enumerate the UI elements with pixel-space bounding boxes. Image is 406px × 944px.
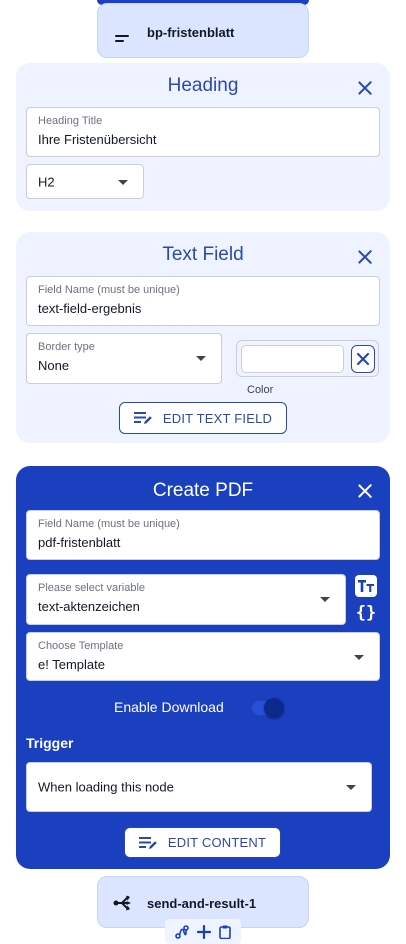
select-value: H2 [38, 174, 55, 189]
button-label: EDIT CONTENT [167, 835, 267, 850]
clear-color-button[interactable] [351, 345, 375, 373]
chevron-down-icon [196, 356, 206, 361]
node-label: bp-fristenblatt [147, 25, 235, 40]
field-value: pdf-fristenblatt [38, 535, 121, 550]
card-title: Heading [167, 75, 239, 96]
close-icon[interactable] [356, 482, 374, 500]
field-name-input[interactable]: Field Name (must be unique) text-field-e… [26, 276, 380, 326]
chevron-down-icon [118, 180, 128, 185]
select-value: text-aktenzeichen [38, 599, 140, 614]
color-picker [236, 340, 379, 377]
pdf-field-name-input[interactable]: Field Name (must be unique) pdf-fristenb… [26, 510, 380, 560]
close-icon [356, 352, 370, 371]
node-toolbar [165, 919, 241, 944]
color-label: Color [247, 384, 274, 396]
card-title: Text Field [162, 244, 244, 265]
edit-list-icon [138, 836, 157, 850]
field-value: text-field-ergebnis [38, 301, 142, 316]
create-pdf-card: Create PDF Field Name (must be unique) p… [16, 466, 390, 869]
code-braces-icon[interactable]: {} [354, 601, 378, 625]
plus-icon[interactable] [197, 924, 211, 939]
heading-title-field[interactable]: Heading Title Ihre Fristenübersicht [26, 107, 380, 157]
heading-level-select[interactable]: H2 [26, 164, 144, 199]
trigger-select[interactable]: When loading this node [26, 762, 372, 812]
text-format-icon[interactable] [354, 574, 378, 598]
template-select[interactable]: Choose Template e! Template [26, 632, 380, 681]
menu-lines-icon [115, 29, 131, 42]
toggle-knob [264, 698, 284, 718]
node-bp-fristenblatt[interactable]: bp-fristenblatt [97, 3, 309, 58]
select-value: e! Template [38, 657, 105, 672]
select-value: When loading this node [38, 779, 174, 795]
select-value: None [38, 358, 70, 373]
field-label: Border type [38, 341, 95, 353]
edit-list-icon [133, 411, 152, 425]
close-icon[interactable] [356, 248, 374, 266]
heading-card: Heading Heading Title Ihre Fristenübersi… [16, 63, 390, 211]
field-value: Ihre Fristenübersicht [38, 132, 157, 147]
chevron-down-icon [354, 655, 364, 660]
button-label: EDIT TEXT FIELD [162, 410, 273, 426]
field-label: Field Name (must be unique) [38, 284, 180, 296]
route-icon[interactable] [175, 924, 189, 939]
border-type-select[interactable]: Border type None [26, 333, 222, 384]
edit-text-field-button[interactable]: EDIT TEXT FIELD [119, 402, 287, 434]
fork-arrow-icon [113, 894, 133, 912]
node-label: send-and-result-1 [147, 896, 257, 911]
field-label: Choose Template [38, 640, 124, 652]
close-icon[interactable] [356, 79, 374, 97]
color-input[interactable] [241, 345, 344, 373]
download-toggle-label: Enable Download [114, 699, 224, 715]
chevron-down-icon [346, 785, 356, 790]
text-field-card: Text Field Field Name (must be unique) t… [16, 232, 390, 443]
trigger-heading: Trigger [26, 735, 74, 751]
field-label: Field Name (must be unique) [38, 518, 180, 530]
field-label: Please select variable [38, 582, 146, 594]
clipboard-icon[interactable] [219, 925, 231, 939]
field-label: Heading Title [38, 115, 103, 127]
variable-select[interactable]: Please select variable text-aktenzeichen [26, 574, 346, 625]
edit-content-button[interactable]: EDIT CONTENT [124, 827, 281, 858]
download-toggle[interactable] [252, 697, 286, 719]
card-title: Create PDF [152, 480, 254, 501]
chevron-down-icon [320, 597, 330, 602]
